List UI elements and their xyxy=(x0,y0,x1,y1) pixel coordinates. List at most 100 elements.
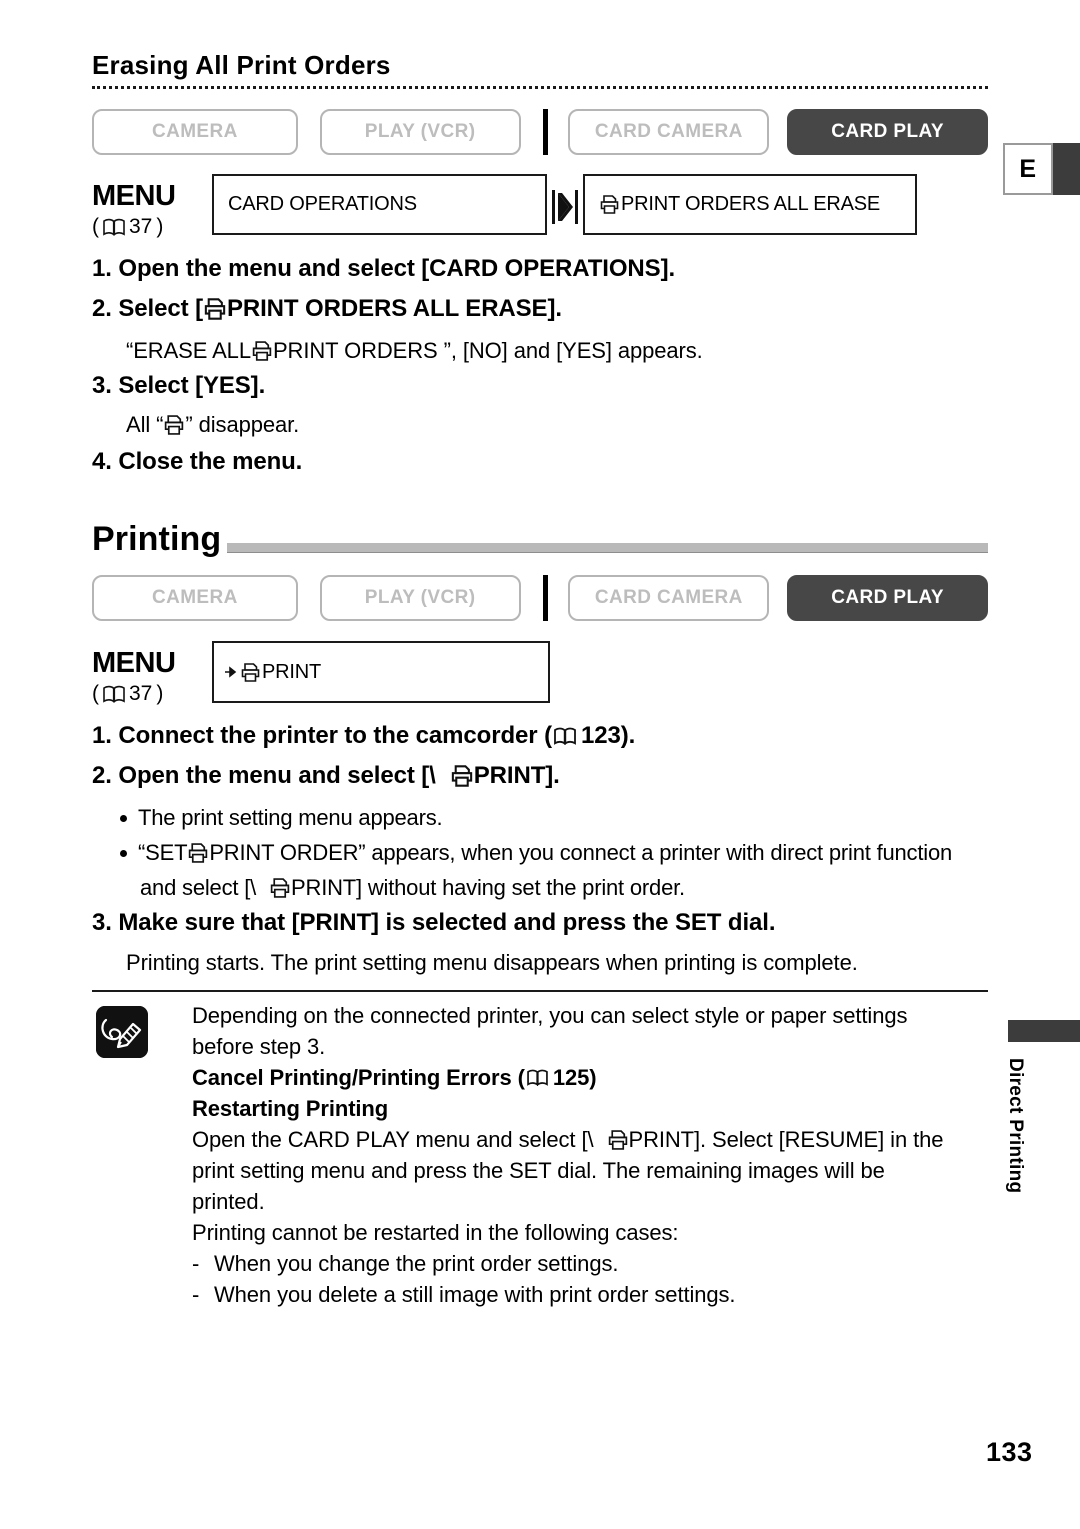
dash-marker: - xyxy=(192,1282,200,1307)
mode-button-camera[interactable]: CAMERA xyxy=(92,575,298,621)
mode-group-divider xyxy=(542,575,549,621)
menu-box-print-orders-all-erase[interactable]: PRINT ORDERS ALL ERASE xyxy=(583,174,917,235)
dash-marker: - xyxy=(192,1251,200,1276)
detail-pre: All “ xyxy=(126,412,164,437)
side-label-bar xyxy=(1008,1020,1080,1042)
mode-button-play-vcr[interactable]: PLAY (VCR) xyxy=(319,109,521,155)
step-1-erasing: 1. Open the menu and select [CARD OPERAT… xyxy=(92,255,676,282)
edge-tab-language: E xyxy=(1003,143,1080,195)
detail-post: ” disappear. xyxy=(185,412,300,437)
mode-button-camera[interactable]: CAMERA xyxy=(92,109,298,155)
print-order-icon xyxy=(607,1129,629,1151)
note-dash-line: - When you change the print order setting… xyxy=(192,1248,992,1279)
step-2-detail-erasing: “ERASE ALL PRINT ORDERS ”, [NO] and [YES… xyxy=(126,338,703,364)
note-text-block: Depending on the connected printer, you … xyxy=(192,1000,992,1310)
note-heading-page: 125 xyxy=(552,1065,590,1090)
note-separator-rule xyxy=(92,990,988,992)
page-number: 133 xyxy=(986,1437,1033,1467)
book-icon xyxy=(103,218,125,236)
book-icon xyxy=(554,727,576,745)
note-dash-line: - When you delete a still image with prin… xyxy=(192,1279,992,1310)
step-2-pre: 2. Open the menu and select [\ xyxy=(92,762,436,789)
step-2-post: PRINT]. xyxy=(473,762,560,789)
menu-page-number: 37 xyxy=(129,215,153,238)
manual-page: E Direct Printing Erasing All Print Orde… xyxy=(0,0,1080,1529)
menu-box-card-operations[interactable]: CARD OPERATIONS xyxy=(212,174,547,235)
step-3-printing: 3. Make sure that [PRINT] is selected an… xyxy=(92,909,776,936)
menu-page-reference: ( 37 ) xyxy=(92,682,212,706)
note-pencil-icon xyxy=(96,1006,148,1058)
step-3-erasing: 3. Select [YES]. xyxy=(92,372,266,399)
page-title-printing: Printing xyxy=(92,520,228,559)
print-order-icon xyxy=(269,877,291,899)
mode-group-divider xyxy=(542,109,549,155)
heading-dotted-rule xyxy=(92,86,988,89)
bullet-icon xyxy=(120,814,127,822)
menu-label: MENU xyxy=(92,647,176,679)
print-order-icon xyxy=(450,764,474,788)
menu-label-group: MENU ( 37 ) xyxy=(92,641,212,706)
book-icon xyxy=(103,685,125,703)
bullet-text: The print setting menu appears. xyxy=(138,805,443,830)
menu-box-label: PRINT ORDERS ALL ERASE xyxy=(621,193,881,215)
arrow-right-small-icon xyxy=(224,665,238,679)
note-line-with-icon: Open the CARD PLAY menu and select [\ PR… xyxy=(192,1124,992,1155)
step-1-page: 123 xyxy=(580,722,621,749)
note-dash-text: When you delete a still image with print… xyxy=(214,1282,736,1307)
note-heading-pre: Cancel Printing/Printing Errors ( xyxy=(192,1065,525,1090)
edge-tab-letter: E xyxy=(1003,143,1053,195)
paren-close: ) xyxy=(156,682,164,705)
print-order-icon xyxy=(163,414,185,436)
note-heading-post: ) xyxy=(589,1065,597,1090)
menu-box-print[interactable]: PRINT xyxy=(212,641,550,703)
side-label-direct-printing: Direct Printing xyxy=(1005,1058,1026,1194)
bullet-print-setting-menu: The print setting menu appears. xyxy=(120,805,443,831)
bullet-pre: “SET xyxy=(138,840,188,865)
double-chevron-right-icon xyxy=(547,189,583,224)
print-order-icon xyxy=(251,340,273,362)
step-3-detail-printing: Printing starts. The print setting menu … xyxy=(126,950,858,975)
paren-open: ( xyxy=(92,215,99,238)
mode-button-card-play[interactable]: CARD PLAY xyxy=(787,575,988,621)
note-line: Printing cannot be restarted in the foll… xyxy=(192,1220,679,1245)
step-1-printing: 1. Connect the printer to the camcorder … xyxy=(92,722,635,750)
cont-post: PRINT] without having set the print orde… xyxy=(291,875,685,900)
step-3-detail-erasing: All “ ” disappear. xyxy=(126,412,299,438)
note-heading-restarting-printing: Restarting Printing xyxy=(192,1096,389,1121)
menu-label: MENU xyxy=(92,180,176,212)
mode-button-card-play[interactable]: CARD PLAY xyxy=(787,109,988,155)
note-line: Depending on the connected printer, you … xyxy=(192,1003,908,1028)
edge-tab-block xyxy=(1053,143,1080,195)
note-line: printed. xyxy=(192,1189,265,1214)
step-1-pre: 1. Connect the printer to the camcorder … xyxy=(92,722,552,749)
menu-label-group: MENU ( 37 ) xyxy=(92,174,212,239)
menu-path-erasing: MENU ( 37 ) CARD OPERATIONS PRINT ORDERS… xyxy=(92,174,917,239)
bullet-icon xyxy=(120,849,127,857)
step-2-pre: 2. Select [ xyxy=(92,295,203,322)
bullet-set-print-order: “SET PRINT ORDER” appears, when you conn… xyxy=(120,840,952,866)
bullet-set-print-order-continued: and select [\ PRINT] without having set … xyxy=(140,875,685,901)
note-line-pre: Open the CARD PLAY menu and select [\ xyxy=(192,1127,594,1152)
step-4-erasing: 4. Close the menu. xyxy=(92,448,303,475)
detail-pre: “ERASE ALL xyxy=(126,338,251,363)
mode-button-play-vcr[interactable]: PLAY (VCR) xyxy=(319,575,521,621)
print-order-icon xyxy=(599,194,620,215)
step-2-post: PRINT ORDERS ALL ERASE]. xyxy=(226,295,562,322)
menu-box-label: PRINT xyxy=(262,660,322,683)
cont-pre: and select [\ xyxy=(140,875,257,900)
print-order-icon xyxy=(203,297,227,321)
menu-page-number: 37 xyxy=(129,682,153,705)
step-1-post: ). xyxy=(620,722,636,749)
book-icon xyxy=(527,1069,548,1086)
mode-button-row-printing: CAMERA PLAY (VCR) CARD CAMERA CARD PLAY xyxy=(92,575,988,621)
detail-post: PRINT ORDERS ”, [NO] and [YES] appears. xyxy=(272,338,703,363)
note-heading-cancel-printing: Cancel Printing/Printing Errors ( 125 ) xyxy=(192,1062,992,1093)
mode-button-card-camera[interactable]: CARD CAMERA xyxy=(568,575,770,621)
step-2-erasing: 2. Select [ PRINT ORDERS ALL ERASE]. xyxy=(92,295,562,323)
note-line: print setting menu and press the SET dia… xyxy=(192,1158,885,1183)
print-order-icon xyxy=(240,662,261,683)
mode-button-card-camera[interactable]: CARD CAMERA xyxy=(568,109,770,155)
page-title-erasing: Erasing All Print Orders xyxy=(92,50,391,80)
mode-button-row-erasing: CAMERA PLAY (VCR) CARD CAMERA CARD PLAY xyxy=(92,109,988,155)
paren-close: ) xyxy=(156,215,164,238)
